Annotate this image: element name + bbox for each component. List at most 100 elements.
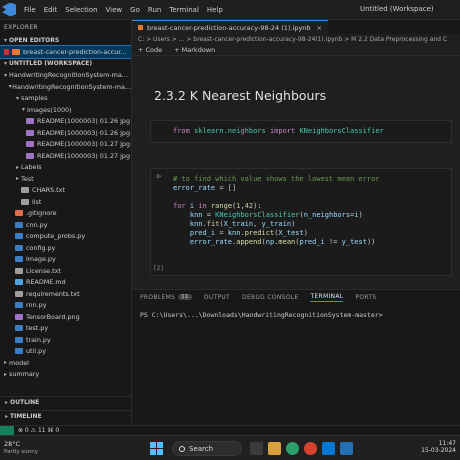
python-file-icon [15,244,23,251]
menu-selection[interactable]: Selection [61,6,101,14]
notebook-toolbar: + Code + Markdown [132,45,460,56]
title-bar: File Edit Selection View Go Run Terminal… [0,0,460,20]
tree-folder[interactable]: ▾ HandwritingRecognitionSystem-ma... [0,81,131,93]
add-markdown-cell-button[interactable]: + Markdown [174,46,215,54]
clock-date: 15-03-2024 [421,447,456,454]
tree-folder[interactable]: ▾ Images(1000) [0,104,131,116]
tree-file[interactable]: CHARS.txt [0,185,131,197]
tree-file[interactable]: TensorBoard.png [0,311,131,323]
tree-file[interactable]: cnn.py [0,219,131,231]
tree-file[interactable]: README(1000003) 01.27 jpg Ima... [0,150,131,162]
edge-browser-icon[interactable] [286,442,299,455]
tree-file[interactable]: requirements.txt [0,288,131,300]
tree-file[interactable]: README.md [0,277,131,289]
tree-folder[interactable]: ▸ model [0,357,131,369]
windows-start-icon[interactable] [150,442,163,455]
file-explorer-icon[interactable] [268,442,281,455]
taskbar-search-input[interactable]: Search [172,441,242,456]
tree-file[interactable]: image.py [0,254,131,266]
timeline-header[interactable]: ▸ TIMELINE [0,410,131,421]
tree-file[interactable]: test.py [0,323,131,335]
weather-temp: 28°C [4,440,21,448]
code-line: error_rate.append(np.mean(pred_i != y_te… [189,238,376,246]
tree-item-label: Images(1000) [27,105,72,114]
tab-output[interactable]: OUTPUT [204,294,230,301]
remote-indicator-icon[interactable] [0,426,14,435]
tab-label: breast-cancer-prediction-accuracy-98-24 … [147,23,311,32]
breadcrumb[interactable]: C: > Users > ... > breast-cancer-predict… [132,34,460,45]
menu-go[interactable]: Go [126,6,144,14]
tab-terminal[interactable]: TERMINAL [310,293,344,302]
tab-ports[interactable]: PORTS [355,294,376,301]
explorer-title: EXPLORER [4,23,38,31]
markdown-file-icon [15,279,23,286]
image-file-icon [15,313,23,320]
open-editor-item[interactable]: breast-cancer-prediction-accur... [0,45,131,59]
run-cell-icon[interactable]: ▷ [157,172,161,180]
tree-file[interactable]: .gitignore [0,208,131,220]
tree-item-label: requirements.txt [26,289,80,298]
python-file-icon [15,348,23,355]
image-file-icon [26,129,34,136]
system-tray-clock[interactable]: 11:47 15-03-2024 [421,440,456,454]
tree-item-label: image.py [26,255,56,264]
chrome-browser-icon[interactable] [304,442,317,455]
tree-file[interactable]: License.txt [0,265,131,277]
code-cell-knn-loop[interactable]: ▷ # to find which value shows the lowest… [150,168,452,276]
tree-item-label: Labels [21,163,42,172]
menu-file[interactable]: File [20,6,40,14]
tab-problems[interactable]: PROBLEMS 11 [140,294,192,301]
text-file-icon [15,290,23,297]
code-cell-import[interactable]: from sklearn.neighbors import KNeighbors… [150,120,452,143]
outline-label: OUTLINE [10,398,40,406]
tree-file[interactable]: compute_probs.py [0,231,131,243]
problems-status[interactable]: ⊗ 0 ⚠ 11 ⌘ 0 [18,427,59,434]
menu-terminal[interactable]: Terminal [165,6,203,14]
weather-widget[interactable]: 28°C Partly sunny [4,440,38,455]
chevron-down-icon: ▾ [21,106,25,114]
store-icon[interactable] [322,442,335,455]
tree-file[interactable]: rnn.py [0,300,131,312]
python-file-icon [15,233,23,240]
code-line: # to find which value shows the lowest m… [173,175,380,183]
search-placeholder: Search [189,444,214,453]
task-view-icon[interactable] [250,442,263,455]
menu-view[interactable]: View [102,6,127,14]
terminal-prompt[interactable]: PS C:\Users\...\Downloads\HandwritingRec… [140,311,383,319]
tree-file[interactable]: list [0,196,131,208]
tree-folder[interactable]: ▸ Test [0,173,131,185]
tree-file[interactable]: README(1000003) 01.26 jpg Ima... [0,116,131,128]
tree-item-label: list [32,197,42,206]
timeline-label: TIMELINE [10,412,42,420]
tree-file[interactable]: train.py [0,334,131,346]
menu-help[interactable]: Help [203,6,227,14]
close-icon[interactable] [4,48,9,55]
tree-file[interactable]: README(1000003) 01.27 jpg Ima... [0,139,131,151]
tree-item-label: config.py [26,243,56,252]
window-title: Untitled (Workspace) [360,5,434,13]
vscode-logo-icon [2,2,16,17]
tree-file[interactable]: config.py [0,242,131,254]
code-line: pred_i = knn.predict(X_test) [189,229,308,237]
tab-problems-label: PROBLEMS [140,293,176,301]
tree-folder[interactable]: ▾ HandwritingRecognitionSystem-ma... [0,70,131,82]
add-code-cell-button[interactable]: + Code [138,46,162,54]
tab-debug-console[interactable]: DEBUG CONSOLE [242,294,298,301]
tree-folder[interactable]: ▾ samples [0,93,131,105]
weather-desc: Partly sunny [4,449,38,455]
tree-item-label: train.py [26,335,51,344]
tree-file[interactable]: util.py [0,346,131,358]
tab-notebook[interactable]: breast-cancer-prediction-accuracy-98-24 … [132,20,328,34]
outline-header[interactable]: ▸ OUTLINE [0,396,131,407]
workspace-header[interactable]: ▾ UNTITLED (WORKSPACE) [0,58,131,70]
status-bar: ⊗ 0 ⚠ 11 ⌘ 0 [0,425,460,435]
vscode-taskbar-icon[interactable] [340,442,353,455]
tree-folder[interactable]: ▸ Labels [0,162,131,174]
tree-file[interactable]: README(1000003) 01.26 jpg Ima... [0,127,131,139]
menu-run[interactable]: Run [144,6,165,14]
tree-item-label: HandwritingRecognitionSystem-ma... [9,71,128,80]
menu-edit[interactable]: Edit [40,6,62,14]
tree-folder[interactable]: ▸ summary [0,369,131,381]
open-editors-header[interactable]: ▾ OPEN EDITORS [0,34,131,46]
close-icon[interactable]: × [317,24,322,32]
